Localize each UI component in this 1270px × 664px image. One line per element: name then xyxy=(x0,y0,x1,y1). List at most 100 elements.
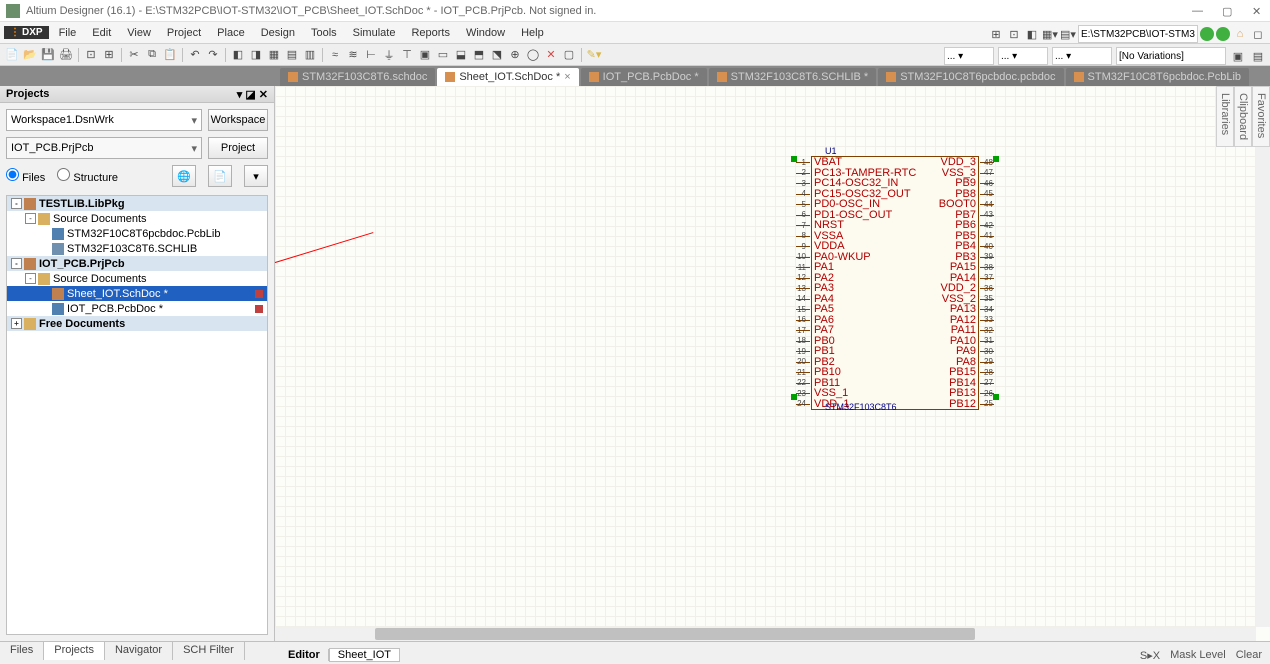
workspace-dropdown[interactable]: Workspace1.DsnWrk xyxy=(6,109,202,131)
doc-tab[interactable]: STM32F103C8T6.SCHLIB * xyxy=(709,68,877,86)
delete-icon[interactable]: ✕ xyxy=(543,47,559,63)
tree-item[interactable]: -TESTLIB.LibPkg xyxy=(7,196,267,211)
sheet-icon[interactable]: ▭ xyxy=(435,47,451,63)
redo-icon[interactable]: ↷ xyxy=(205,47,221,63)
view-icon[interactable]: ▤▾ xyxy=(1060,26,1076,42)
copy-icon[interactable]: ⧉ xyxy=(144,47,160,63)
menu-reports[interactable]: Reports xyxy=(403,25,458,41)
doc-tab[interactable]: STM32F10C8T6pcbdoc.pcbdoc xyxy=(878,68,1063,86)
nav-back-icon[interactable] xyxy=(1200,27,1214,41)
tool-icon[interactable]: ◨ xyxy=(248,47,264,63)
dxp-menu[interactable]: DXP xyxy=(4,26,49,39)
doc-tab[interactable]: STM32F103C8T6.schdoc xyxy=(280,68,435,86)
bus-icon[interactable]: ≋ xyxy=(345,47,361,63)
panel-menu-icon[interactable]: ▾ ◪ ✕ xyxy=(237,88,268,101)
tool-icon[interactable]: ◧ xyxy=(230,47,246,63)
tree-item[interactable]: Sheet_IOT.SchDoc * xyxy=(7,286,267,301)
bottom-tab-files[interactable]: Files xyxy=(0,642,44,660)
tool-icon[interactable]: ▢ xyxy=(561,47,577,63)
save-icon[interactable]: 💾 xyxy=(40,47,56,63)
tree-toggle-icon[interactable]: - xyxy=(25,273,36,284)
menu-edit[interactable]: Edit xyxy=(84,25,119,41)
zoom-fit-icon[interactable]: ⊡ xyxy=(83,47,99,63)
workspace-button[interactable]: Workspace xyxy=(208,109,268,131)
combo-1[interactable]: ... ▾ xyxy=(944,47,994,65)
tree-item[interactable]: STM32F103C8T6.SCHLIB xyxy=(7,241,267,256)
menu-place[interactable]: Place xyxy=(209,25,253,41)
view-icon[interactable]: ◧ xyxy=(1024,26,1040,42)
editor-sheet-tab[interactable]: Sheet_IOT xyxy=(329,648,400,662)
tree-toggle-icon[interactable]: - xyxy=(11,198,22,209)
collapsed-panel-favorites[interactable]: Favorites xyxy=(1252,86,1270,147)
view-icon[interactable]: ⊞ xyxy=(988,26,1004,42)
doc-tab[interactable]: STM32F10C8T6pcbdoc.PcbLib xyxy=(1066,68,1249,86)
menu-file[interactable]: File xyxy=(51,25,85,41)
status-link[interactable]: Clear xyxy=(1236,649,1262,662)
tool-icon[interactable]: ▤ xyxy=(284,47,300,63)
close-icon[interactable]: × xyxy=(564,71,570,83)
pwr-icon[interactable]: ⊤ xyxy=(399,47,415,63)
tree-item[interactable]: -Source Documents xyxy=(7,211,267,226)
open-icon[interactable]: 📂 xyxy=(22,47,38,63)
tool-icon[interactable]: ▦ xyxy=(266,47,282,63)
collapsed-panel-libraries[interactable]: Libraries xyxy=(1216,86,1234,147)
undo-icon[interactable]: ↶ xyxy=(187,47,203,63)
tree-toggle-icon[interactable]: + xyxy=(11,318,22,329)
more-icon[interactable]: ▾ xyxy=(244,165,268,187)
view-icon[interactable]: ⊡ xyxy=(1006,26,1022,42)
vertical-scrollbar[interactable] xyxy=(1256,86,1270,627)
doc-tab[interactable]: Sheet_IOT.SchDoc *× xyxy=(437,68,578,86)
nav-fwd-icon[interactable] xyxy=(1216,27,1230,41)
chip-component[interactable]: U1 1VBAT48VDD_32PC13-TAMPER-RTC47VSS_33P… xyxy=(811,156,979,410)
print-icon[interactable]: 🖨 xyxy=(58,47,74,63)
tree-toggle-icon[interactable]: - xyxy=(11,258,22,269)
project-file-field[interactable]: IOT_PCB.PrjPcb xyxy=(6,137,202,159)
schematic-canvas[interactable]: U1 1VBAT48VDD_32PC13-TAMPER-RTC47VSS_33P… xyxy=(275,86,1256,627)
tree-toggle-icon[interactable]: - xyxy=(25,213,36,224)
menu-design[interactable]: Design xyxy=(253,25,303,41)
menu-project[interactable]: Project xyxy=(159,25,209,41)
part-icon[interactable]: ▣ xyxy=(417,47,433,63)
path-combo[interactable]: E:\STM32PCB\IOT-STM3 xyxy=(1078,25,1198,43)
bottom-tab-navigator[interactable]: Navigator xyxy=(105,642,173,660)
view-icon[interactable]: ▦▾ xyxy=(1042,26,1058,42)
combo-3[interactable]: ... ▾ xyxy=(1052,47,1112,65)
status-link[interactable]: Mask Level xyxy=(1170,649,1226,662)
combo-2[interactable]: ... ▾ xyxy=(998,47,1048,65)
doc-tab[interactable]: IOT_PCB.PcbDoc * xyxy=(581,68,707,86)
settings-icon[interactable]: 📄 xyxy=(208,165,232,187)
tree-item[interactable]: -IOT_PCB.PrjPcb xyxy=(7,256,267,271)
tool-icon[interactable]: ▥ xyxy=(302,47,318,63)
tool-icon[interactable]: ▣ xyxy=(1230,48,1246,64)
tree-item[interactable]: IOT_PCB.PcbDoc * xyxy=(7,301,267,316)
tool-icon[interactable]: ▤ xyxy=(1250,48,1266,64)
tool-icon[interactable]: ◯ xyxy=(525,47,541,63)
zoom-area-icon[interactable]: ⊞ xyxy=(101,47,117,63)
tree-item[interactable]: STM32F10C8T6pcbdoc.PcbLib xyxy=(7,226,267,241)
cut-icon[interactable]: ✂ xyxy=(126,47,142,63)
maximize-button[interactable]: ▢ xyxy=(1222,5,1234,17)
wire-icon[interactable]: ≈ xyxy=(327,47,343,63)
new-icon[interactable]: 📄 xyxy=(4,47,20,63)
gnd-icon[interactable]: ⏚ xyxy=(381,47,397,63)
collapsed-panel-clipboard[interactable]: Clipboard xyxy=(1234,86,1252,147)
tree-item[interactable]: -Source Documents xyxy=(7,271,267,286)
menu-tools[interactable]: Tools xyxy=(303,25,345,41)
tool-icon[interactable]: ⬒ xyxy=(471,47,487,63)
variations-combo[interactable]: [No Variations] xyxy=(1116,47,1226,65)
menu-help[interactable]: Help xyxy=(513,25,552,41)
highlight-icon[interactable]: ✎▾ xyxy=(586,47,602,63)
structure-radio[interactable]: Structure xyxy=(57,168,118,184)
port-icon[interactable]: ⬓ xyxy=(453,47,469,63)
refresh-icon[interactable]: 🌐 xyxy=(172,165,196,187)
menu-simulate[interactable]: Simulate xyxy=(345,25,404,41)
tree-item[interactable]: +Free Documents xyxy=(7,316,267,331)
status-link[interactable]: S▸X xyxy=(1140,649,1160,662)
paste-icon[interactable]: 📋 xyxy=(162,47,178,63)
menu-window[interactable]: Window xyxy=(458,25,513,41)
home-icon[interactable]: ⌂ xyxy=(1232,26,1248,42)
net-icon[interactable]: ⊢ xyxy=(363,47,379,63)
horizontal-scrollbar[interactable] xyxy=(275,627,1256,641)
bottom-tab-projects[interactable]: Projects xyxy=(44,642,105,660)
stop-icon[interactable]: ◻ xyxy=(1250,26,1266,42)
